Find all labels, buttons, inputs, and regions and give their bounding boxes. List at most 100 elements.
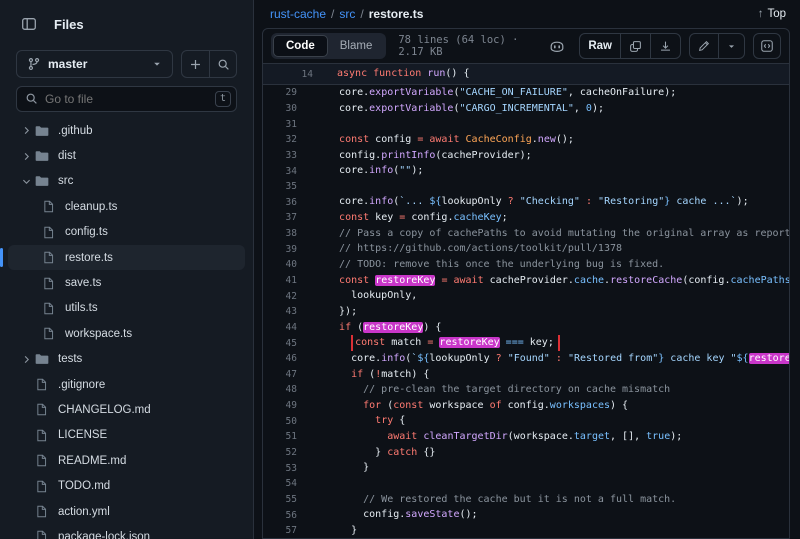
search-icon <box>217 58 230 71</box>
branch-selector[interactable]: master <box>16 50 173 78</box>
copilot-button[interactable] <box>543 33 571 59</box>
new-file-button[interactable] <box>182 51 209 77</box>
line-number[interactable]: 39 <box>263 244 297 255</box>
line-number[interactable]: 14 <box>263 69 313 80</box>
tree-item--gitignore[interactable]: .gitignore <box>8 372 245 397</box>
tree-item-action-yml[interactable]: action.yml <box>8 499 245 524</box>
file-icon <box>35 454 51 467</box>
line-number[interactable]: 52 <box>263 447 297 458</box>
copy-button[interactable] <box>620 34 650 58</box>
line-number[interactable]: 57 <box>263 525 297 536</box>
tree-item-workspace-ts[interactable]: workspace.ts <box>8 321 245 346</box>
sticky-code-line: 14 async function run() { <box>263 63 789 85</box>
folder-icon <box>35 124 51 138</box>
line-number[interactable]: 29 <box>263 87 297 98</box>
line-number[interactable]: 53 <box>263 463 297 474</box>
scroll-to-top-button[interactable]: ↑ Top <box>758 8 786 20</box>
tree-item-utils-ts[interactable]: utils.ts <box>8 296 245 321</box>
line-number[interactable]: 36 <box>263 197 297 208</box>
code-line: 41 const restoreKey = await cacheProvide… <box>263 273 789 289</box>
code-text: const key = config.cacheKey; <box>297 210 789 226</box>
tab-blame[interactable]: Blame <box>328 35 385 57</box>
code-line: 46 core.info(`${lookupOnly ? "Found" : "… <box>263 351 789 367</box>
file-icon <box>35 530 51 539</box>
goto-file-input[interactable] <box>16 86 237 112</box>
download-button[interactable] <box>650 34 680 58</box>
line-number[interactable]: 32 <box>263 134 297 145</box>
tree-item-label: tests <box>58 353 82 365</box>
line-number[interactable]: 47 <box>263 369 297 380</box>
tree-item--github[interactable]: .github <box>8 118 245 143</box>
line-number[interactable]: 42 <box>263 291 297 302</box>
code-text: config.printInfo(cacheProvider); <box>297 148 789 164</box>
shortcut-key-badge: t <box>215 91 231 107</box>
branch-row: master <box>0 50 253 78</box>
breadcrumb-repo-link[interactable]: rust-cache <box>270 7 326 21</box>
line-number[interactable]: 51 <box>263 431 297 442</box>
tab-code[interactable]: Code <box>273 35 328 57</box>
line-number[interactable]: 33 <box>263 150 297 161</box>
line-number[interactable]: 35 <box>263 181 297 192</box>
line-number[interactable]: 30 <box>263 103 297 114</box>
tree-item-changelog-md[interactable]: CHANGELOG.md <box>8 397 245 422</box>
tree-item-cleanup-ts[interactable]: cleanup.ts <box>8 194 245 219</box>
line-number[interactable]: 31 <box>263 119 297 130</box>
tree-item-save-ts[interactable]: save.ts <box>8 270 245 295</box>
code-line: 42 lookupOnly, <box>263 288 789 304</box>
symbols-panel-button[interactable] <box>753 33 781 59</box>
line-number[interactable]: 45 <box>263 338 297 349</box>
tree-item-todo-md[interactable]: TODO.md <box>8 473 245 498</box>
toolbar-actions: Raw <box>543 33 781 59</box>
line-number[interactable]: 54 <box>263 478 297 489</box>
file-icon <box>42 302 58 315</box>
code-line: 38 // Pass a copy of cachePaths to avoid… <box>263 226 789 242</box>
tree-item-readme-md[interactable]: README.md <box>8 448 245 473</box>
edit-options-button[interactable] <box>718 34 744 58</box>
breadcrumb-separator: / <box>360 7 363 21</box>
chevron-right-icon[interactable] <box>17 151 35 162</box>
line-number[interactable]: 50 <box>263 416 297 427</box>
code-text: const restoreKey = await cacheProvider.c… <box>297 273 789 289</box>
side-panel-icon <box>21 16 37 32</box>
line-number[interactable]: 46 <box>263 353 297 364</box>
file-icon <box>35 480 51 493</box>
line-number[interactable]: 34 <box>263 166 297 177</box>
line-number[interactable]: 44 <box>263 322 297 333</box>
tree-item-src[interactable]: src <box>8 169 245 194</box>
code-line: 52 } catch {} <box>263 445 789 461</box>
code-line: 50 try { <box>263 413 789 429</box>
code-text: // pre-clean the target directory on cac… <box>297 382 789 398</box>
line-number[interactable]: 38 <box>263 228 297 239</box>
raw-copy-download-group: Raw <box>579 33 681 59</box>
line-number[interactable]: 37 <box>263 212 297 223</box>
line-number[interactable]: 43 <box>263 306 297 317</box>
edit-button[interactable] <box>690 34 718 58</box>
collapse-sidebar-button[interactable] <box>16 11 42 37</box>
breadcrumb-folder-link[interactable]: src <box>339 7 355 21</box>
match-highlight: restoreKey <box>375 275 435 286</box>
code-line: 49 for (const workspace of config.worksp… <box>263 398 789 414</box>
code-line: 30 core.exportVariable("CARGO_INCREMENTA… <box>263 101 789 117</box>
code-lines: 29 core.exportVariable("CACHE_ON_FAILURE… <box>263 85 789 539</box>
tree-item-package-lock-json[interactable]: package-lock.json <box>8 524 245 539</box>
chevron-right-icon[interactable] <box>17 354 35 365</box>
line-number[interactable]: 55 <box>263 494 297 505</box>
line-number[interactable]: 40 <box>263 259 297 270</box>
line-number[interactable]: 49 <box>263 400 297 411</box>
line-number[interactable]: 48 <box>263 384 297 395</box>
tree-item-label: save.ts <box>65 277 101 289</box>
file-icon <box>42 277 58 290</box>
file-icon <box>42 327 58 340</box>
line-number[interactable]: 56 <box>263 510 297 521</box>
tree-item-restore-ts[interactable]: restore.ts <box>8 245 245 270</box>
search-tree-button[interactable] <box>209 51 236 77</box>
tree-item-dist[interactable]: dist <box>8 143 245 168</box>
line-number[interactable]: 41 <box>263 275 297 286</box>
raw-button[interactable]: Raw <box>580 34 620 58</box>
chevron-down-icon[interactable] <box>17 176 35 187</box>
chevron-right-icon[interactable] <box>17 125 35 136</box>
tree-item-config-ts[interactable]: config.ts <box>8 220 245 245</box>
tree-item-license[interactable]: LICENSE <box>8 423 245 448</box>
code-text: await cleanTargetDir(workspace.target, [… <box>297 429 789 445</box>
tree-item-tests[interactable]: tests <box>8 347 245 372</box>
